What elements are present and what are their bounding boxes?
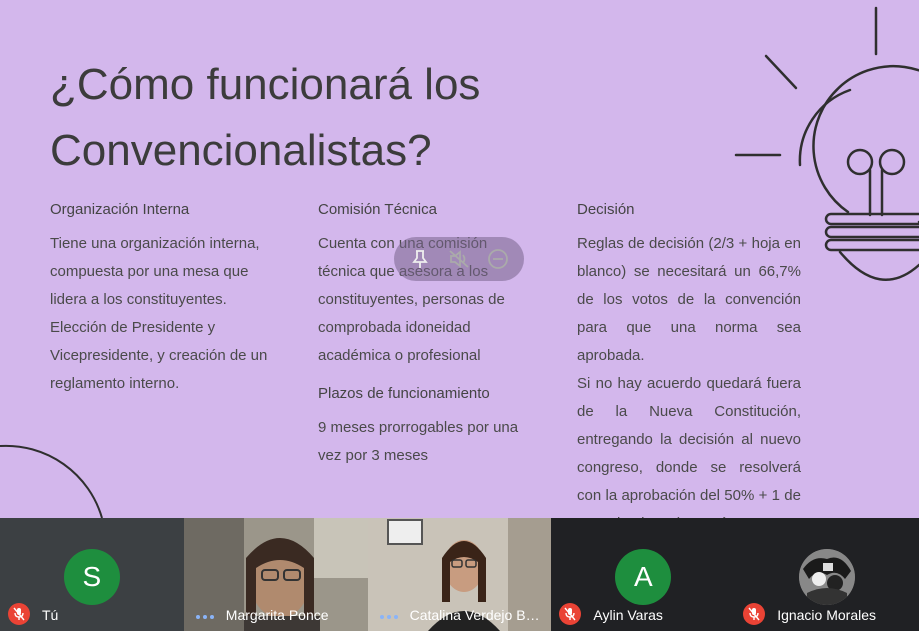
participant-tile-ignacio[interactable]: Ignacio Morales	[735, 518, 919, 631]
column-heading: Comisión Técnica	[318, 201, 437, 218]
avatar: S	[63, 549, 120, 605]
participant-strip: S Tú Margarita Ponce Catalina Verdejo Ba…	[0, 518, 919, 631]
mic-off-icon	[8, 603, 30, 625]
arc-decoration	[0, 444, 103, 518]
participant-name: Ignacio Morales	[777, 607, 877, 623]
column-organizacion: Organización Interna Tiene una organizac…	[50, 200, 285, 398]
participant-name: Aylin Varas	[593, 607, 663, 623]
presentation-slide: ¿Cómo funcionará los Convencionalistas? …	[0, 0, 919, 518]
column-body-2: Si no hay acuerdo quedará fuera de la Nu…	[577, 375, 801, 518]
participant-tile-aylin[interactable]: A Aylin Varas	[551, 518, 736, 631]
column-subbody: 9 meses prorrogables por una vez por 3 m…	[318, 419, 519, 464]
participant-name: Tú	[42, 607, 59, 623]
column-heading: Organización Interna	[50, 201, 190, 218]
speaking-indicator-icon	[379, 615, 398, 619]
column-subheading: Plazos de funcionamiento	[318, 385, 490, 402]
slide-title: ¿Cómo funcionará los Convencionalistas?	[50, 60, 481, 175]
mic-off-icon	[743, 603, 766, 625]
participant-name: Catalina Verdejo Ba...	[409, 607, 545, 623]
remove-icon[interactable]	[483, 244, 513, 274]
lightbulb-icon	[734, 6, 919, 281]
mute-icon[interactable]	[444, 244, 474, 274]
speaking-indicator-icon	[195, 615, 214, 619]
participant-name: Margarita Ponce	[225, 607, 329, 623]
participant-tile-margarita[interactable]: Margarita Ponce	[183, 518, 368, 631]
mic-off-icon	[559, 603, 582, 625]
avatar: A	[615, 549, 672, 605]
avatar-photo	[799, 549, 856, 605]
participant-tile-catalina[interactable]: Catalina Verdejo Ba...	[367, 518, 552, 631]
tile-controls	[394, 237, 524, 281]
pin-icon[interactable]	[405, 244, 435, 274]
participant-tile-self[interactable]: S Tú	[0, 518, 184, 631]
column-body: Tiene una organización interna, compuest…	[50, 235, 268, 392]
